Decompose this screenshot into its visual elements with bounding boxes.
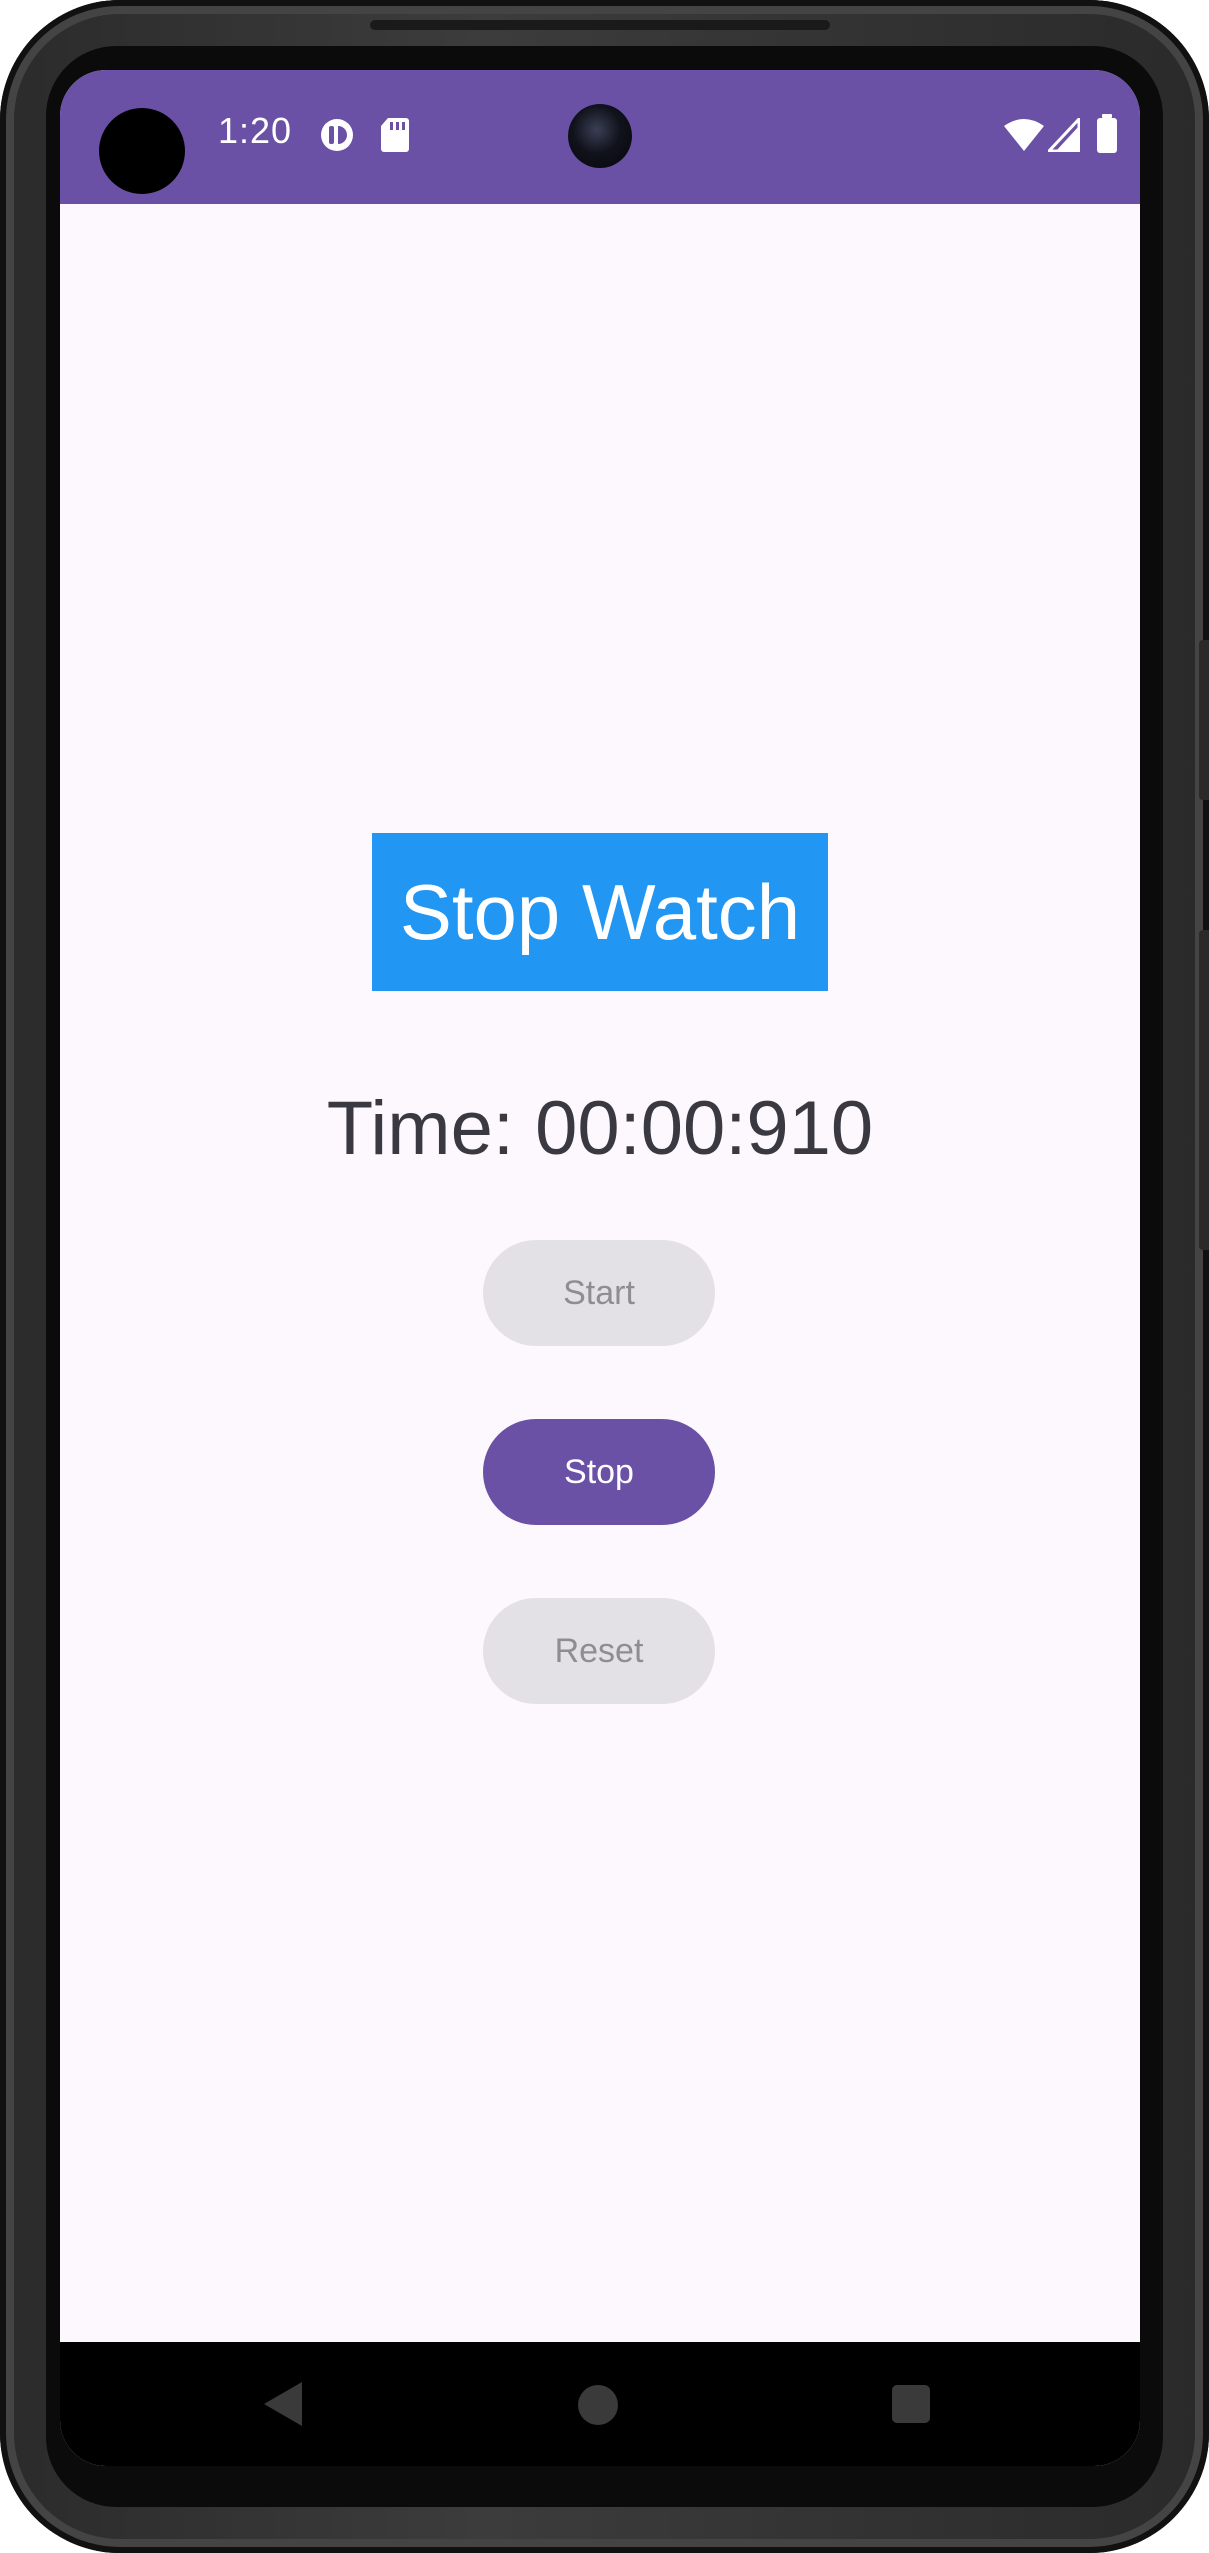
start-button[interactable]: Start (483, 1240, 715, 1346)
home-icon[interactable] (578, 2385, 618, 2425)
data-saver-icon (318, 116, 356, 159)
screen: 1:20 Stop Watch Time: 00:00:910 Start St… (60, 70, 1140, 2466)
stop-button[interactable]: Stop (483, 1419, 715, 1525)
wifi-icon (1003, 118, 1045, 157)
navigation-bar (60, 2342, 1140, 2466)
volume-button (1199, 930, 1209, 1250)
recents-icon[interactable] (892, 2385, 930, 2423)
sd-card-icon (380, 116, 410, 159)
power-button (1199, 640, 1209, 800)
speaker-slit (370, 20, 830, 30)
phone-frame: 1:20 Stop Watch Time: 00:00:910 Start St… (0, 0, 1209, 2553)
notification-dot-icon (99, 108, 185, 194)
reset-button[interactable]: Reset (483, 1598, 715, 1704)
app-title: Stop Watch (372, 833, 828, 991)
battery-icon (1096, 114, 1118, 159)
time-display: Time: 00:00:910 (326, 1086, 874, 1171)
front-camera (568, 104, 632, 168)
back-icon[interactable] (264, 2382, 302, 2426)
status-time: 1:20 (218, 110, 293, 151)
signal-icon (1045, 115, 1081, 157)
status-bar: 1:20 (60, 70, 1140, 204)
